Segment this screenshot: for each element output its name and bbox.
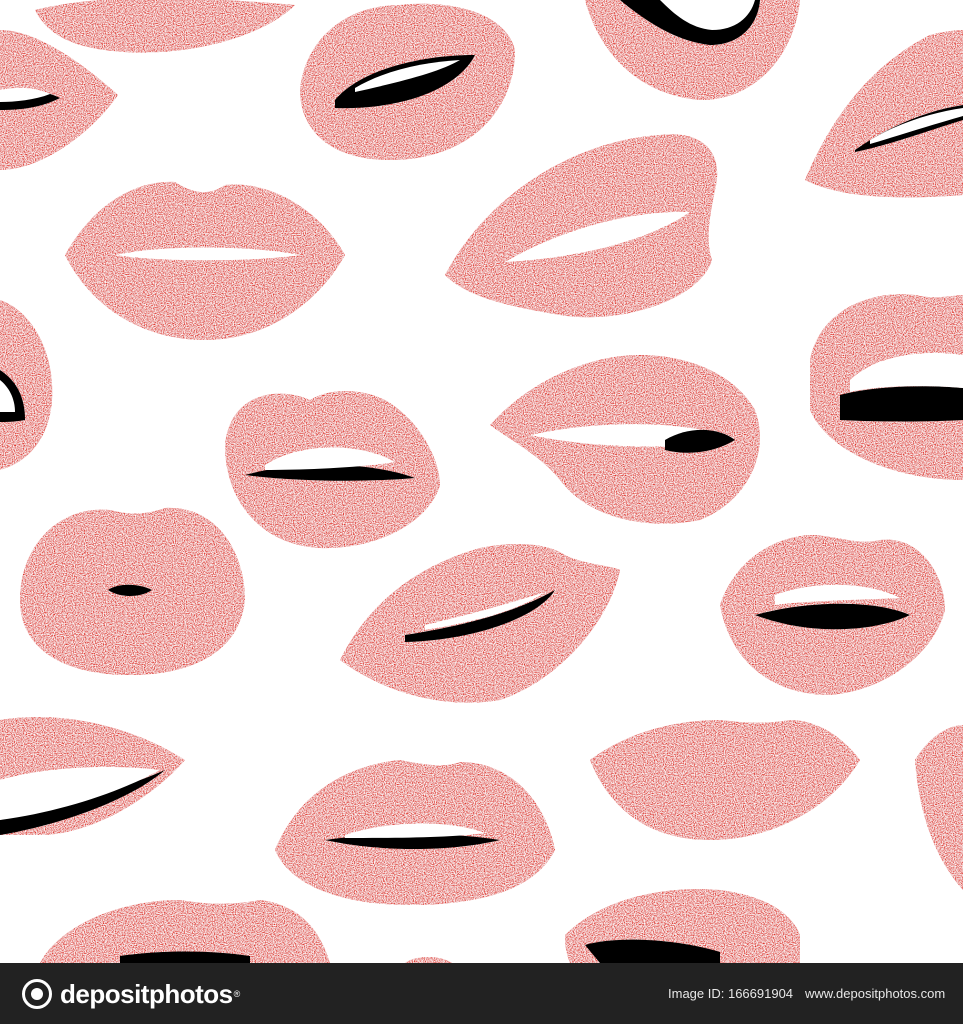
stock-watermark-footer: depositphotos ® Image ID: 166691904 www.… xyxy=(0,963,963,1024)
depositphotos-logo[interactable]: depositphotos ® xyxy=(22,977,240,1011)
lips-8 xyxy=(0,300,53,470)
image-id-label: Image ID: 166691904 xyxy=(668,986,794,1001)
lips-pattern-svg xyxy=(0,0,963,963)
lips-glitter-pattern xyxy=(0,0,963,963)
lips-5 xyxy=(805,30,963,198)
lips-15 xyxy=(0,716,185,835)
lips-6 xyxy=(65,181,345,340)
lips-12 xyxy=(20,507,245,675)
lips-1 xyxy=(35,0,295,53)
lips-3 xyxy=(585,0,800,100)
lips-16 xyxy=(590,720,860,840)
lips-9 xyxy=(810,294,963,480)
lips-7 xyxy=(445,134,718,318)
lips-2 xyxy=(300,3,515,160)
lips-13 xyxy=(340,544,620,703)
lips-4 xyxy=(0,30,118,170)
registered-mark: ® xyxy=(233,989,241,999)
depositphotos-logo-icon xyxy=(22,979,52,1009)
lips-19 xyxy=(40,900,330,963)
lips-14 xyxy=(720,535,945,695)
brand-name: depositphotos xyxy=(60,978,233,1009)
site-url-link[interactable]: www.depositphotos.com xyxy=(805,986,945,1001)
lips-10 xyxy=(225,391,440,549)
lips-20 xyxy=(565,889,800,963)
lips-11 xyxy=(490,355,760,524)
lips-18 xyxy=(915,725,963,890)
lips-17 xyxy=(275,760,555,905)
